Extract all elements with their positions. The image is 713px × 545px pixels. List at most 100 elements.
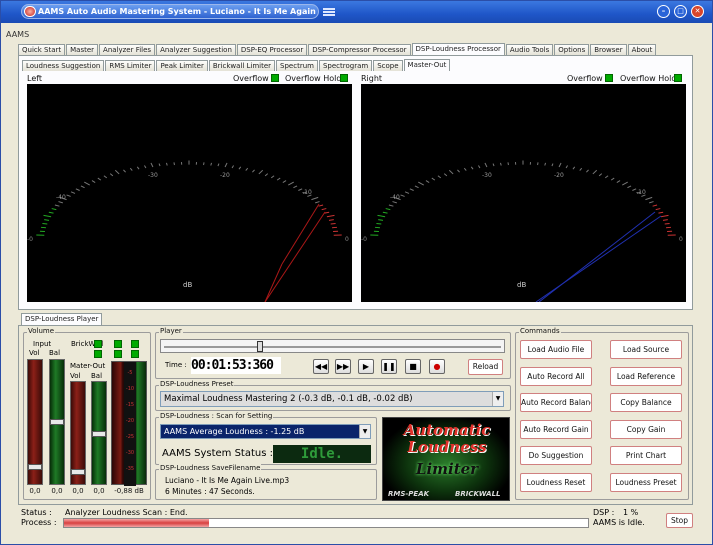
- load-reference-button[interactable]: Load Reference: [610, 366, 682, 386]
- subtab-brickwall-limiter[interactable]: Brickwall Limiter: [208, 60, 276, 71]
- input-bal-value: 0,0: [51, 487, 63, 495]
- savefile-name: Luciano - It Is Me Again Live.mp3: [165, 476, 290, 485]
- logo-line-1: Automatic: [403, 421, 491, 439]
- stop-process-button[interactable]: Stop: [666, 513, 693, 528]
- input-bal-label: Bal: [49, 349, 61, 357]
- window-title: AAMS Auto Audio Mastering System - Lucia…: [21, 4, 319, 19]
- sub-tab-bar: Loudness Suggestion RMS Limiter Peak Limit…: [22, 59, 451, 71]
- tab-audio-tools[interactable]: Audio Tools: [505, 44, 554, 55]
- left-overflow-led: [271, 74, 279, 82]
- right-meter-label: Right: [361, 74, 383, 83]
- level-scale-tick: -15: [125, 402, 135, 408]
- scan-group-title: DSP-Loudness : Scan for Setting: [159, 412, 274, 420]
- svg-text:-20: -20: [220, 172, 230, 179]
- loudness-reset-button[interactable]: Loudness Reset: [520, 472, 592, 492]
- preset-select[interactable]: Maximal Loudness Mastering 2 (-0.3 dB, -…: [160, 391, 504, 407]
- input-bal-knob[interactable]: [50, 419, 64, 425]
- close-icon[interactable]: ✕: [691, 5, 704, 18]
- preset-select-value: Maximal Loudness Mastering 2 (-0.3 dB, -…: [164, 394, 413, 404]
- commands-group-title: Commands: [519, 327, 561, 335]
- subtab-spectrogram[interactable]: Spectrogram: [318, 60, 373, 71]
- pause-button[interactable]: ❚❚: [381, 359, 397, 374]
- level-scale-tick: -10: [125, 386, 135, 392]
- rewind-button[interactable]: ◀◀: [313, 359, 329, 374]
- master-bal-knob[interactable]: [92, 431, 106, 437]
- system-status-label: AAMS System Status :: [162, 448, 273, 459]
- level-scale: -5 -10 -15 -20 -25 -30 -35: [124, 362, 136, 486]
- subtab-loudness-suggestion[interactable]: Loudness Suggestion: [22, 60, 105, 71]
- master-bal-label: Bal: [91, 372, 103, 380]
- scan-select[interactable]: AAMS Average Loudness : -1.25 dB ▼: [160, 424, 371, 439]
- level-scale-tick: -30: [125, 450, 135, 456]
- svg-text:0: 0: [679, 236, 683, 243]
- load-source-button[interactable]: Load Source: [610, 340, 682, 359]
- auto-record-balance-button[interactable]: Auto Record Balance: [520, 393, 592, 412]
- aams-status: AAMS is Idle.: [593, 518, 645, 527]
- savefile-duration: 6 Minutes : 47 Seconds.: [165, 487, 255, 496]
- preset-group-title: DSP-Loudness Preset: [159, 380, 235, 388]
- tab-master[interactable]: Master: [66, 44, 99, 55]
- fast-forward-button[interactable]: ▶▶: [335, 359, 351, 374]
- right-vu-meter: -0 -40 -30 -20 -10 0 dB: [361, 84, 686, 303]
- subtab-spectrum[interactable]: Spectrum: [276, 60, 318, 71]
- tab-about[interactable]: About: [627, 44, 657, 55]
- svg-text:-40: -40: [56, 194, 66, 201]
- print-chart-button[interactable]: Print Chart: [610, 446, 682, 465]
- stop-button[interactable]: ■: [405, 359, 421, 374]
- tab-dsp-loudness-processor[interactable]: DSP-Loudness Processor: [411, 43, 505, 55]
- tab-dsp-loudness-player[interactable]: DSP-Loudness Player: [21, 313, 103, 325]
- system-status-display: Idle.: [273, 445, 371, 463]
- copy-gain-button[interactable]: Copy Gain: [610, 419, 682, 439]
- subtab-scope[interactable]: Scope: [373, 60, 403, 71]
- time-display: 00:01:53:360: [191, 357, 281, 374]
- chevron-down-icon: ▼: [359, 425, 370, 438]
- record-button[interactable]: ●: [429, 359, 445, 374]
- auto-record-all-button[interactable]: Auto Record All: [520, 366, 592, 386]
- input-vol-knob[interactable]: [28, 464, 42, 470]
- maximize-icon[interactable]: □: [674, 5, 687, 18]
- right-overflow-label: Overflow: [567, 74, 603, 83]
- position-knob[interactable]: [257, 341, 263, 352]
- subtab-master-out[interactable]: Master-Out: [403, 59, 451, 71]
- svg-text:-0: -0: [27, 236, 33, 243]
- minimize-icon[interactable]: –: [657, 5, 670, 18]
- copy-balance-button[interactable]: Copy Balance: [610, 393, 682, 412]
- logo-line-2: Loudness: [407, 438, 487, 456]
- auto-record-gain-button[interactable]: Auto Record Gain: [520, 419, 592, 439]
- tab-quick-start[interactable]: Quick Start: [18, 44, 66, 55]
- subtab-peak-limiter[interactable]: Peak Limiter: [156, 60, 208, 71]
- level-scale-tick: -5: [127, 370, 133, 376]
- svg-text:-10: -10: [302, 189, 312, 196]
- input-vol-label: Vol: [29, 349, 40, 357]
- tab-analyzer-suggestion[interactable]: Analyzer Suggestion: [156, 44, 236, 55]
- subtab-rms-limiter[interactable]: RMS Limiter: [105, 60, 156, 71]
- time-label: Time :: [165, 361, 187, 369]
- right-overflow-led: [605, 74, 613, 82]
- savefile-group-title: DSP-Loudness SaveFilename: [159, 464, 262, 472]
- title-bar[interactable]: AAMS Auto Audio Mastering System - Lucia…: [1, 1, 712, 23]
- right-overflow-hold-label: Overflow Hold: [620, 74, 677, 83]
- menu-icon[interactable]: [323, 8, 335, 16]
- load-audio-file-button[interactable]: Load Audio File: [520, 340, 592, 359]
- tab-analyzer-files[interactable]: Analyzer Files: [99, 44, 156, 55]
- tab-browser[interactable]: Browser: [590, 44, 627, 55]
- main-tab-bar: Quick Start Master Analyzer Files Analyzer …: [18, 43, 657, 55]
- do-suggestion-button[interactable]: Do Suggestion: [520, 446, 592, 465]
- tab-dsp-eq-processor[interactable]: DSP-EQ Processor: [236, 44, 308, 55]
- brickwall-led-6: [131, 350, 139, 358]
- tab-options[interactable]: Options: [554, 44, 590, 55]
- position-slider[interactable]: [160, 339, 505, 353]
- aal-logo: Automatic Loudness Limiter RMS-PEAK BRIC…: [382, 417, 510, 501]
- brickwall-led-3: [114, 340, 122, 348]
- svg-text:0: 0: [345, 236, 349, 243]
- dsp-label: DSP :: [593, 508, 615, 517]
- tab-dsp-compressor-processor[interactable]: DSP-Compressor Processor: [308, 44, 411, 55]
- status-text: Analyzer Loudness Scan : End.: [65, 508, 188, 517]
- master-bal-value: 0,0: [93, 487, 105, 495]
- master-vol-knob[interactable]: [71, 469, 85, 475]
- volume-group-title: Volume: [27, 327, 56, 335]
- input-vol-value: 0,0: [29, 487, 41, 495]
- reload-button[interactable]: Reload: [468, 359, 503, 375]
- play-button[interactable]: ▶: [358, 359, 374, 374]
- loudness-preset-button[interactable]: Loudness Preset: [610, 472, 682, 492]
